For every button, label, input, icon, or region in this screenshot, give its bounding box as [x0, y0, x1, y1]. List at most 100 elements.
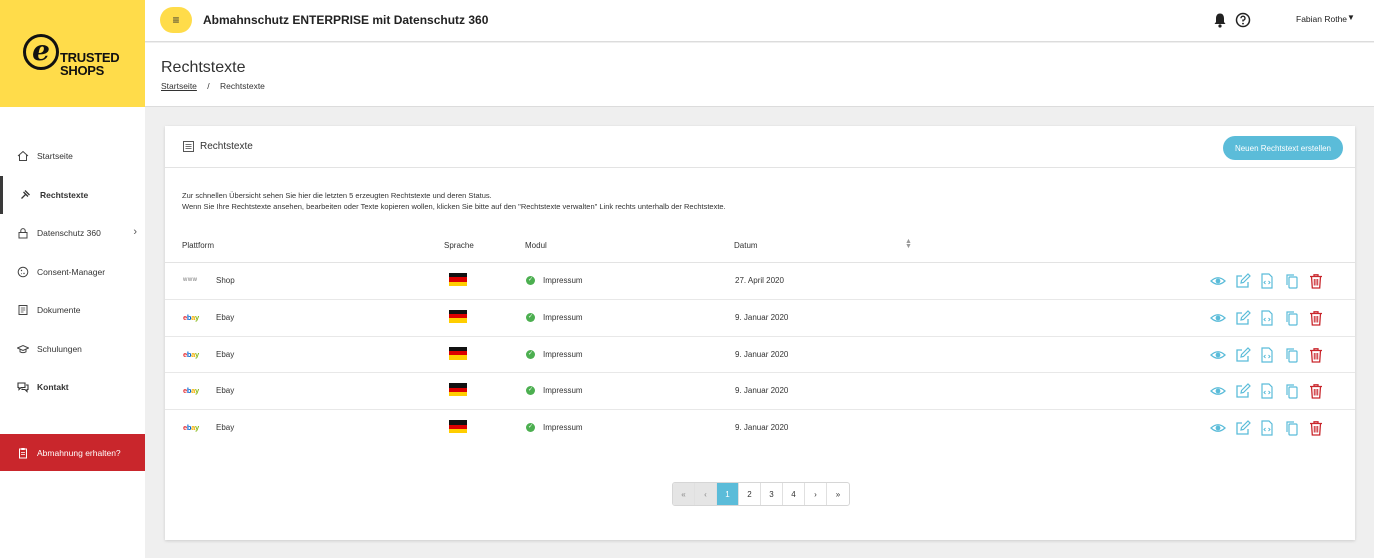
pagination-page-2[interactable]: 2 [739, 483, 761, 505]
code-file-icon[interactable] [1259, 310, 1275, 326]
code-file-icon[interactable] [1259, 420, 1275, 436]
new-rechtstext-button[interactable]: Neuen Rechtstext erstellen [1222, 136, 1343, 160]
pagination-first[interactable]: « [673, 483, 695, 505]
card-header: Rechtstexte Neuen Rechtstext erstellen [165, 126, 1355, 168]
sidebar-item-datenschutz-360[interactable]: Datenschutz 360 › [0, 214, 145, 253]
sort-icon[interactable]: ▲ ▼ [905, 238, 912, 250]
german-flag-icon [449, 346, 467, 360]
module-name: Impressum [543, 312, 583, 322]
check-circle-icon: ✓ [526, 276, 535, 285]
home-icon [17, 150, 29, 162]
sidebar-item-consent-manager[interactable]: Consent-Manager [0, 253, 145, 292]
pagination-last[interactable]: » [827, 483, 849, 505]
module-name: Impressum [543, 386, 583, 396]
copy-icon[interactable] [1284, 273, 1300, 289]
date-value: 9. Januar 2020 [735, 423, 789, 433]
pagination-page-1[interactable]: 1 [717, 483, 739, 505]
eye-icon[interactable] [1210, 347, 1226, 363]
code-file-icon[interactable] [1259, 346, 1275, 363]
sidebar-nav: Startseite Rechtstexte Datenschutz 360 ›… [0, 137, 145, 407]
sidebar-item-label: Consent-Manager [37, 266, 106, 277]
abmahnung-erhalten-button[interactable]: Abmahnung erhalten? [0, 434, 145, 471]
bell-icon[interactable] [1213, 12, 1227, 28]
page-header: Rechtstexte Startseite / Rechtstexte [145, 43, 1374, 107]
eye-icon[interactable] [1210, 383, 1226, 399]
check-circle-icon: ✓ [526, 386, 535, 396]
page-title: Rechtstexte [161, 59, 246, 76]
top-bar: ≡ Abmahnschutz ENTERPRISE mit Datenschut… [145, 0, 1374, 42]
column-header-module[interactable]: Modul [525, 241, 547, 250]
trash-icon[interactable] [1308, 420, 1324, 436]
date-value: 9. Januar 2020 [735, 386, 789, 396]
edit-icon[interactable] [1235, 309, 1251, 326]
column-header-language[interactable]: Sprache [444, 241, 474, 250]
graduation-cap-icon [17, 343, 29, 355]
sidebar-item-kontakt[interactable]: Kontakt [0, 368, 145, 407]
sidebar-item-dokumente[interactable]: Dokumente [0, 291, 145, 330]
ebay-logo: ebay [183, 423, 199, 433]
trash-icon[interactable] [1308, 347, 1324, 363]
caret-down-icon[interactable]: ▼ [1347, 13, 1355, 22]
trash-icon[interactable] [1308, 273, 1324, 289]
breadcrumb-home-link[interactable]: Startseite [161, 81, 197, 91]
eye-icon[interactable] [1210, 273, 1226, 289]
eye-icon[interactable] [1210, 310, 1226, 326]
list-icon [183, 141, 194, 152]
code-file-icon[interactable] [1259, 273, 1275, 289]
trash-icon[interactable] [1308, 383, 1324, 400]
trash-icon[interactable] [1308, 310, 1324, 326]
sidebar-item-rechtstexte[interactable]: Rechtstexte [0, 175, 145, 215]
row-actions [1210, 273, 1333, 289]
column-header-platform[interactable]: Plattform [182, 241, 214, 250]
clipboard-icon [17, 447, 29, 459]
logo-e-mark: e [23, 34, 59, 70]
gavel-icon [20, 189, 32, 201]
pagination-prev[interactable]: ‹ [695, 483, 717, 505]
platform-name: Shop [216, 276, 235, 285]
check-circle-icon: ✓ [526, 349, 535, 359]
ebay-logo: ebay [183, 386, 199, 396]
platform-name: Ebay [216, 349, 235, 359]
row-actions [1210, 383, 1333, 400]
sidebar-item-label: Datenschutz 360 [37, 228, 101, 239]
edit-icon[interactable] [1235, 383, 1251, 399]
pagination-next[interactable]: › [805, 483, 827, 505]
copy-icon[interactable] [1284, 310, 1300, 326]
row-actions [1210, 420, 1333, 436]
trusted-shops-logo[interactable]: e TRUSTED SHOPS [0, 0, 145, 107]
breadcrumb-separator: / [207, 81, 210, 91]
row-actions [1210, 309, 1333, 326]
code-file-icon[interactable] [1259, 383, 1275, 399]
eye-icon[interactable] [1210, 420, 1226, 436]
logo-wordmark: TRUSTED SHOPS [60, 50, 120, 78]
sidebar-item-label: Kontakt [37, 382, 69, 393]
lock-icon [17, 227, 29, 239]
menu-toggle-button[interactable]: ≡ [160, 7, 192, 33]
sidebar-item-label: Startseite [37, 151, 73, 162]
sidebar-item-startseite[interactable]: Startseite [0, 137, 145, 176]
copy-icon[interactable] [1284, 420, 1300, 436]
sidebar-item-schulungen[interactable]: Schulungen [0, 330, 145, 369]
copy-icon[interactable] [1284, 383, 1300, 399]
table-row: ebay Ebay ✓ Impressum 9. Januar 2020 [165, 410, 1355, 447]
pagination: « ‹ 1 2 3 4 › » [672, 482, 850, 506]
user-menu[interactable]: Fabian Rothe [1296, 14, 1347, 24]
table-row: www Shop ✓ Impressum 27. April 2020 [165, 263, 1355, 300]
document-icon [17, 304, 29, 316]
edit-icon[interactable] [1235, 346, 1251, 363]
platform-name: Ebay [216, 386, 235, 396]
edit-icon[interactable] [1235, 273, 1251, 289]
copy-icon[interactable] [1284, 347, 1300, 363]
module-name: Impressum [543, 276, 583, 285]
hamburger-icon: ≡ [172, 13, 180, 27]
chat-icon [17, 381, 29, 394]
help-icon[interactable] [1235, 12, 1251, 28]
pagination-page-4[interactable]: 4 [783, 483, 805, 505]
pagination-page-3[interactable]: 3 [761, 483, 783, 505]
chevron-right-icon: › [133, 226, 137, 238]
intro-text: Zur schnellen Übersicht sehen Sie hier d… [182, 191, 726, 211]
edit-icon[interactable] [1235, 420, 1251, 436]
german-flag-icon [449, 309, 467, 323]
column-header-date[interactable]: Datum [734, 241, 758, 250]
www-logo: www [183, 277, 198, 283]
